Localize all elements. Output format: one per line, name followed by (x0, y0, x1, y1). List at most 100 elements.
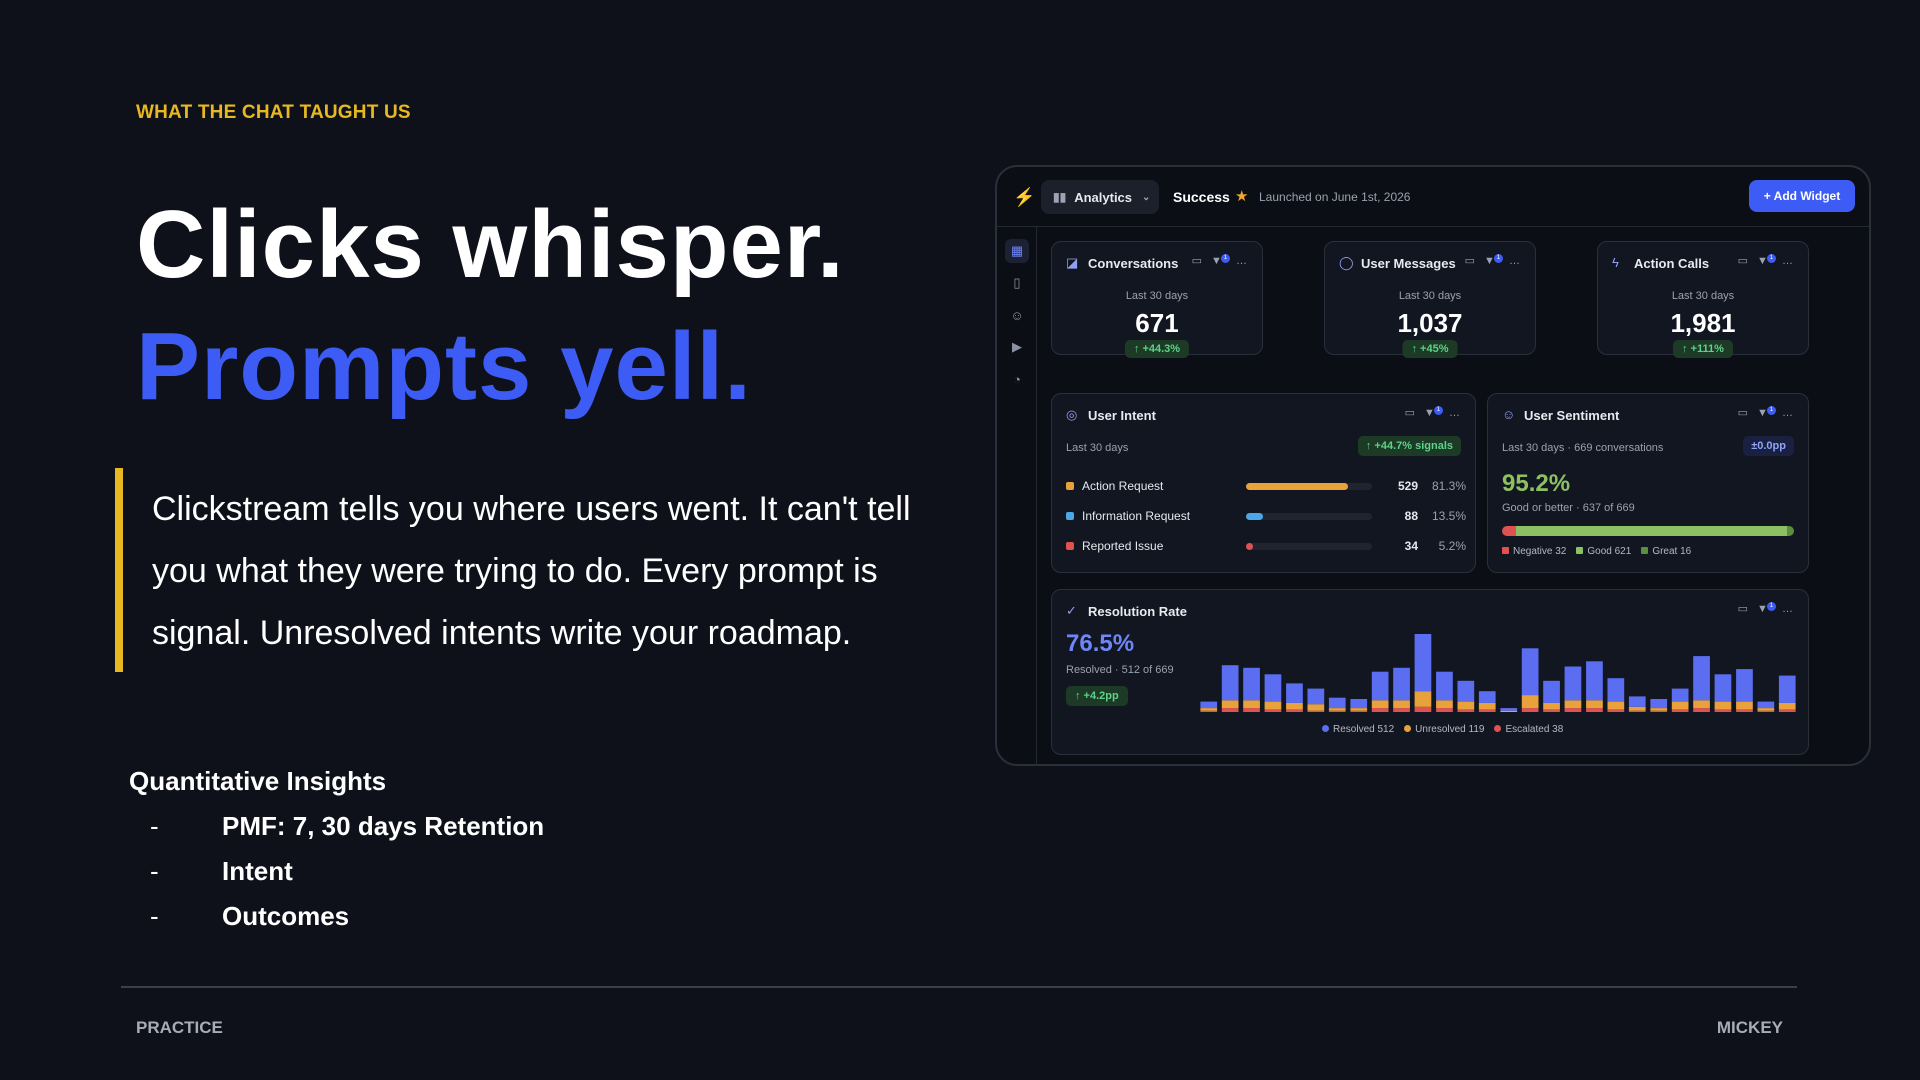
analytics-label: Analytics (1074, 189, 1133, 205)
target-icon: ◎ (1066, 407, 1078, 422)
stat-value: 1,981 (1670, 308, 1736, 338)
resolution-bar-segment (1693, 700, 1710, 709)
resolution-bar-segment (1328, 710, 1346, 712)
message-icon: ◯ (1339, 255, 1354, 270)
sentiment-caption: Good or better · 637 of 669 (1502, 502, 1635, 514)
insights-title: Quantitative Insights (129, 766, 387, 796)
resolution-bar-segment (1328, 708, 1346, 711)
resolution-bar-segment (1221, 700, 1239, 709)
pie-chart-icon[interactable]: ◔ (1005, 367, 1029, 391)
intent-delta-badge: ↑ +44.7% signals (1357, 436, 1461, 456)
sentiment-segment (1502, 526, 1517, 536)
card-toolbar[interactable]: ▭ ▼1 … (1192, 254, 1250, 267)
insight-item: - Outcomes (150, 901, 350, 931)
add-widget-button[interactable]: + Add Widget (1749, 180, 1855, 212)
resolution-bar-segment (1328, 697, 1346, 709)
smile-icon: ☺ (1502, 407, 1516, 422)
stat-card-action-calls: ϟ Action Calls ▭ ▼1 … Last 30 days 1,981… (1597, 241, 1809, 358)
stat-delta-badge: ↑ +111% (1673, 340, 1733, 358)
resolution-bar-segment (1714, 674, 1732, 702)
chat-icon: ◪ (1066, 255, 1079, 270)
resolution-bar-segment (1350, 708, 1368, 711)
bar-chart-icon: ▮▮ (1053, 190, 1067, 204)
resolution-bar-segment (1307, 688, 1325, 705)
chevron-down-icon: ⌄ (1142, 191, 1151, 203)
quote-accent-bar (115, 468, 123, 672)
resolution-bar-segment (1500, 710, 1518, 712)
resolution-bar-segment (1457, 709, 1475, 712)
intent-row: Action Request 529 81.3% (1066, 478, 1466, 494)
resolution-bar-segment (1200, 710, 1218, 712)
resolution-bar-segment (1264, 674, 1282, 702)
resolution-bar-segment (1778, 709, 1796, 712)
legend-item: Unresolved 119 (1404, 724, 1484, 735)
sentiment-delta-badge: ±0.0pp (1743, 436, 1794, 456)
legend-item: Great 16 (1641, 546, 1691, 557)
resolution-bar-segment (1628, 706, 1646, 711)
quote-text: Clickstream tells you where users went. … (152, 490, 911, 652)
card-toolbar[interactable]: ▭ ▼1 … (1738, 602, 1796, 615)
resolution-bar-segment (1243, 667, 1260, 701)
resolution-bar-segment (1286, 683, 1303, 703)
resolution-bar-segment (1436, 671, 1453, 701)
card-toolbar[interactable]: ▭ ▼1 … (1738, 406, 1796, 419)
resolution-bar-segment (1393, 708, 1410, 712)
resolution-bar-segment (1478, 691, 1496, 703)
resolution-caption: Resolved · 512 of 669 (1066, 664, 1174, 676)
resolution-bar-segment (1736, 709, 1753, 712)
sentiment-stacked-bar (1502, 526, 1794, 536)
resolution-bar-segment (1414, 691, 1432, 707)
resolution-delta-badge: ↑ +4.2pp (1066, 686, 1128, 706)
resolution-bar-segment (1457, 680, 1475, 702)
intent-progress-track (1246, 543, 1372, 550)
resolution-bar-segment (1436, 700, 1453, 709)
resolution-bar-segment (1393, 667, 1410, 701)
card-toolbar[interactable]: ▭ ▼1 … (1465, 254, 1523, 267)
intent-progress-track (1246, 513, 1372, 520)
document-icon[interactable]: ▯ (1005, 271, 1029, 295)
resolution-bar-segment (1650, 699, 1668, 709)
stat-card-user-messages: ◯ User Messages ▭ ▼1 … Last 30 days 1,03… (1324, 241, 1536, 358)
play-icon[interactable]: ▶ (1005, 335, 1029, 359)
resolution-bar-segment (1350, 699, 1368, 709)
footer-divider (121, 986, 1797, 988)
stat-period: Last 30 days (1671, 290, 1735, 302)
insight-item: - Intent (150, 856, 293, 886)
resolution-bar-segment (1671, 701, 1689, 710)
resolution-legend: Resolved 512 Unresolved 119 Escalated 38 (1322, 724, 1563, 735)
resolution-bar-chart (1200, 634, 1796, 712)
insight-item: - PMF: 7, 30 days Retention (150, 811, 545, 841)
analytics-dropdown[interactable]: ▮▮ Analytics ⌄ (1041, 180, 1159, 214)
intent-progress-track (1246, 483, 1372, 490)
resolution-bar-segment (1628, 696, 1646, 707)
card-toolbar[interactable]: ▭ ▼1 … (1405, 406, 1463, 419)
stat-card-conversations: ◪ Conversations ▭ ▼1 … Last 30 days 671 … (1051, 241, 1263, 358)
grid-icon[interactable]: ▦ (1005, 239, 1029, 263)
users-icon[interactable]: ☺ (1005, 303, 1029, 327)
resolution-bar-segment (1307, 704, 1325, 711)
stat-value: 1,037 (1397, 308, 1463, 338)
legend-dot (1066, 512, 1074, 520)
resolution-bar-segment (1543, 709, 1560, 712)
legend-item: Escalated 38 (1494, 724, 1563, 735)
star-icon[interactable]: ★ (1235, 187, 1248, 205)
card-toolbar[interactable]: ▭ ▼1 … (1738, 254, 1796, 267)
headline-line-2: Prompts yell. (136, 313, 752, 420)
resolution-bar-segment (1436, 708, 1453, 712)
resolution-bar-segment (1200, 701, 1218, 709)
resolution-bar-segment (1521, 708, 1539, 712)
intent-period: Last 30 days (1066, 442, 1129, 454)
dashboard-topbar: ⚡ ▮▮ Analytics ⌄ Success ★ Launched on J… (997, 167, 1869, 227)
card-title: User Sentiment (1524, 408, 1620, 423)
sentiment-value: 95.2% (1502, 470, 1571, 497)
resolution-bar-segment (1521, 648, 1539, 696)
resolution-bar-segment (1714, 701, 1732, 710)
resolution-bar-segment (1371, 708, 1389, 712)
insights-list: - PMF: 7, 30 days Retention - Intent - Outc… (150, 804, 544, 939)
user-intent-card: ◎ User Intent ▭ ▼1 … Last 30 days ↑ +44.… (1051, 393, 1476, 573)
resolution-bar-segment (1371, 671, 1389, 701)
intent-row: Reported Issue 34 5.2% (1066, 538, 1466, 554)
resolution-bar-segment (1757, 710, 1775, 712)
sentiment-period: Last 30 days · 669 conversations (1502, 442, 1664, 454)
resolution-bar-segment (1778, 702, 1796, 710)
